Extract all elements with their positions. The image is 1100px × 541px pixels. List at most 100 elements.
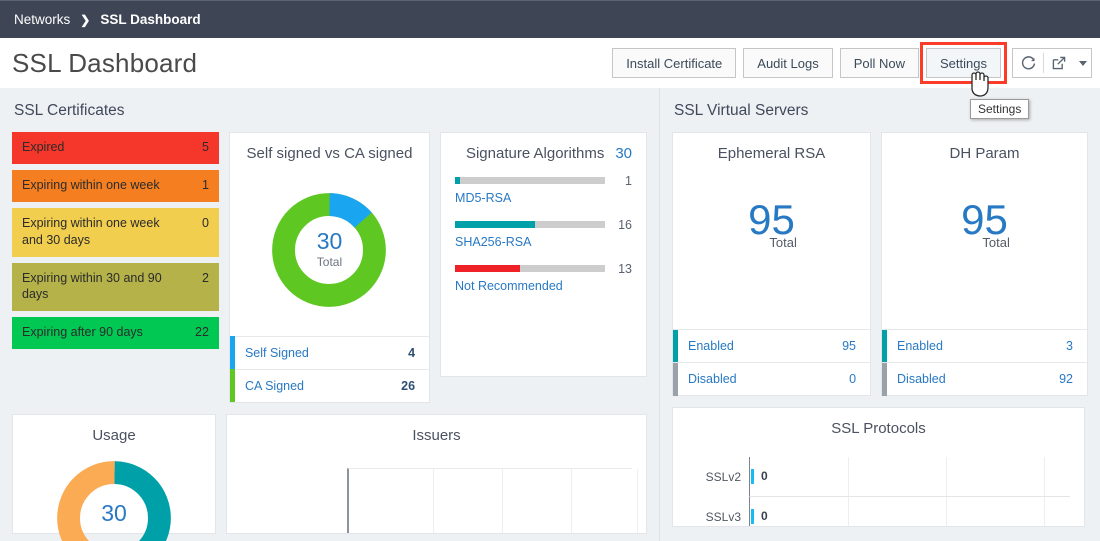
issuers-chart (347, 467, 639, 533)
protocol-bar (751, 508, 754, 524)
protocol-label: SSLv2 (705, 469, 741, 484)
status-value: 95 (842, 339, 857, 353)
legend-value: 4 (408, 345, 416, 360)
status-color-swatch (882, 362, 888, 396)
poll-now-button[interactable]: Poll Now (839, 48, 920, 78)
chevron-right-icon: ❯ (80, 12, 91, 27)
cert-status-row[interactable]: Expiring within 30 and 90 days 2 (12, 262, 219, 312)
certificate-status-list: Expired 5 Expiring within one week 1 Exp… (12, 132, 219, 403)
usage-title: Usage (92, 426, 136, 444)
breadcrumb-current: SSL Dashboard (100, 12, 201, 27)
signature-algorithms-header: Signature Algorithms 30 (441, 133, 646, 164)
protocol-plot: 0 (749, 496, 1070, 526)
legend-color-swatch (229, 369, 235, 403)
issuers-title: Issuers (412, 426, 461, 444)
signature-bar-fill (455, 177, 460, 185)
signature-algorithms-total: 30 (615, 145, 632, 162)
cert-status-row[interactable]: Expiring within one week 1 (12, 169, 219, 202)
signature-bar-track (455, 265, 606, 273)
cert-status-value: 22 (195, 325, 209, 340)
virtual-servers-bottom-row: SSL Protocols SSLv2 0 SSLv3 0 (660, 407, 1100, 527)
dh-param-disabled-row[interactable]: Disabled 92 (882, 362, 1087, 396)
status-color-swatch (882, 329, 888, 363)
signature-bar-fill (455, 221, 535, 229)
usage-card: Usage 30 (12, 413, 217, 541)
cert-status-label: Expiring within 30 and 90 days (22, 270, 162, 302)
signature-bar-track (455, 177, 606, 185)
dh-param-card: DH Param 95 Total Enabled 3 Disabled 92 (881, 132, 1088, 396)
settings-button[interactable]: Settings (920, 42, 1007, 84)
legend-color-swatch (229, 336, 235, 370)
status-value: 0 (849, 372, 857, 386)
dh-param-total-block: 95 Total (882, 164, 1087, 329)
status-value: 3 (1066, 339, 1073, 353)
breadcrumb-link-networks[interactable]: Networks (14, 12, 70, 27)
ssl-certificates-title: SSL Certificates (14, 102, 125, 119)
breadcrumb: Networks ❯ SSL Dashboard (0, 0, 1100, 38)
dashboard-body: SSL Certificates Expired 5 Expiring with… (0, 88, 1100, 541)
cert-status-label: Expiring after 90 days (22, 325, 143, 340)
protocol-value: 0 (761, 469, 768, 484)
cert-status-value: 0 (201, 215, 209, 230)
dh-param-total-caption: Total (982, 234, 1010, 250)
usage-total-value: 30 (101, 499, 127, 526)
signature-label[interactable]: Not Recommended (455, 279, 632, 293)
protocol-plot: 0 (749, 456, 1070, 497)
protocol-label: SSLv3 (705, 509, 741, 524)
dh-param-enabled-row[interactable]: Enabled 3 (882, 329, 1087, 363)
legend-row-ca-signed[interactable]: CA Signed 26 (229, 368, 430, 403)
cert-status-value: 1 (201, 177, 209, 192)
signature-label[interactable]: SHA256-RSA (455, 235, 632, 249)
ssl-virtual-servers-title: SSL Virtual Servers (674, 102, 809, 119)
signature-count: 16 (618, 217, 632, 232)
protocol-row: SSLv2 0 (687, 456, 1070, 497)
self-signed-vs-ca-title: Self signed vs CA signed (246, 145, 413, 162)
legend-label: Self Signed (244, 345, 309, 360)
signature-algorithm-item: 13 Not Recommended (455, 262, 632, 293)
status-value: 92 (1059, 372, 1073, 386)
legend-value: 26 (401, 378, 416, 393)
audit-logs-button[interactable]: Audit Logs (743, 48, 833, 78)
donut-center-label: 30 Total (316, 230, 343, 270)
ssl-protocols-title: SSL Protocols (831, 420, 926, 437)
status-label: Disabled (897, 372, 946, 386)
ssl-protocols-chart: SSLv2 0 SSLv3 0 (673, 456, 1084, 526)
protocol-value: 0 (761, 509, 768, 524)
cert-status-row[interactable]: Expiring within one week and 30 days 0 (12, 207, 219, 257)
ephemeral-rsa-total-caption: Total (769, 234, 797, 250)
cert-status-label: Expired (22, 140, 65, 154)
protocol-bar (751, 468, 754, 484)
self-signed-vs-ca-card: Self signed vs CA signed 30 Total Self S… (228, 132, 431, 403)
signature-bar-fill (455, 265, 520, 273)
toolbar: Install Certificate Audit Logs Poll Now … (612, 42, 1092, 84)
page-title: SSL Dashboard (12, 47, 198, 78)
install-certificate-button[interactable]: Install Certificate (612, 48, 737, 78)
cert-status-row[interactable]: Expired 5 (12, 132, 219, 164)
ssl-dashboard-page: Networks ❯ SSL Dashboard SSL Dashboard I… (0, 0, 1100, 541)
toolbar-icon-group (1012, 48, 1092, 78)
ephemeral-rsa-total: 95 Total (748, 196, 797, 250)
ephemeral-rsa-enabled-row[interactable]: Enabled 95 (673, 329, 871, 363)
signature-algorithms-list: 1 MD5-RSA 16 SHA256-RSA 13 Not Recommend… (441, 164, 646, 293)
settings-tooltip: Settings (970, 99, 1030, 119)
status-color-swatch (673, 329, 678, 363)
status-label: Disabled (688, 372, 737, 386)
dh-param-total: 95 Total (961, 196, 1010, 250)
status-color-swatch (673, 362, 678, 396)
legend-label: CA Signed (244, 378, 305, 393)
cert-status-row[interactable]: Expiring after 90 days 22 (12, 317, 219, 350)
export-dropdown-caret-icon[interactable] (1074, 49, 1091, 77)
virtual-servers-top-row: Ephemeral RSA 95 Total Enabled 95 Disabl… (660, 132, 1100, 396)
cert-status-label: Expiring within one week and 30 days (22, 215, 160, 247)
signature-bar-track (455, 221, 606, 229)
legend-row-self-signed[interactable]: Self Signed 4 (229, 335, 430, 370)
donut-total-caption: Total (316, 255, 343, 270)
export-icon[interactable] (1044, 49, 1074, 77)
ephemeral-rsa-disabled-row[interactable]: Disabled 0 (673, 362, 871, 396)
cert-status-value: 5 (201, 140, 209, 154)
refresh-icon[interactable] (1013, 49, 1043, 77)
ssl-virtual-servers-section: SSL Virtual Servers Ephemeral RSA 95 Tot… (660, 88, 1100, 541)
signature-label[interactable]: MD5-RSA (455, 191, 632, 205)
ephemeral-rsa-card: Ephemeral RSA 95 Total Enabled 95 Disabl… (672, 132, 872, 396)
dh-param-title: DH Param (949, 145, 1020, 162)
